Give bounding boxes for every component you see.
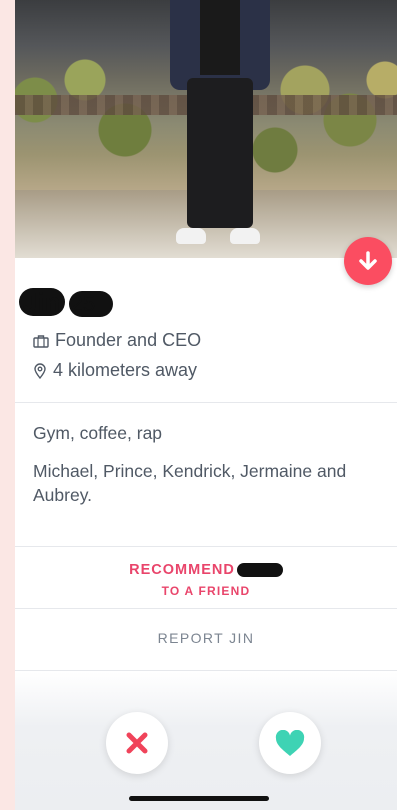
divider <box>15 546 397 547</box>
profile-bio: Gym, coffee, rap Michael, Prince, Kendri… <box>33 421 373 521</box>
distance-row: 4 kilometers away <box>33 360 197 381</box>
like-button[interactable] <box>259 712 321 774</box>
divider <box>15 670 397 671</box>
close-icon <box>126 732 148 754</box>
distance-text: 4 kilometers away <box>53 360 198 380</box>
person-shoe-left <box>176 228 206 244</box>
bio-line: Michael, Prince, Kendrick, Jermaine and … <box>33 461 347 505</box>
divider <box>15 402 397 403</box>
recommend-title-row: RECOMMEND <box>129 562 283 578</box>
person-shoe-right <box>230 228 260 244</box>
bio-line: Gym, coffee, rap <box>33 423 163 443</box>
profile-age: 25 <box>68 291 114 317</box>
arrow-down-icon <box>359 251 377 270</box>
action-bar <box>15 672 397 810</box>
divider <box>15 608 397 609</box>
report-button[interactable]: REPORT JIN <box>15 610 397 666</box>
redaction-mark <box>236 563 283 577</box>
recommend-title: RECOMMEND <box>129 562 235 578</box>
briefcase-icon <box>33 334 49 348</box>
profile-name: Jin <box>19 288 65 316</box>
person-pants <box>187 78 253 228</box>
nope-button[interactable] <box>106 712 168 774</box>
heart-icon <box>275 729 305 756</box>
profile-header: Jin 25 <box>19 288 114 317</box>
recommend-subtitle: TO A FRIEND <box>161 584 251 598</box>
location-pin-icon <box>34 362 46 379</box>
job-title: Founder and CEO <box>55 330 202 350</box>
job-row: Founder and CEO <box>33 330 201 351</box>
collapse-profile-button[interactable] <box>344 237 392 285</box>
home-indicator[interactable] <box>129 796 269 801</box>
photo-person <box>170 0 280 258</box>
profile-photo[interactable] <box>15 0 397 258</box>
person-shirt <box>200 0 240 75</box>
profile-card: Jin 25 Founder and CEO 4 kilometers away… <box>15 0 397 810</box>
recommend-button[interactable]: RECOMMEND TO A FRIEND <box>15 555 397 605</box>
